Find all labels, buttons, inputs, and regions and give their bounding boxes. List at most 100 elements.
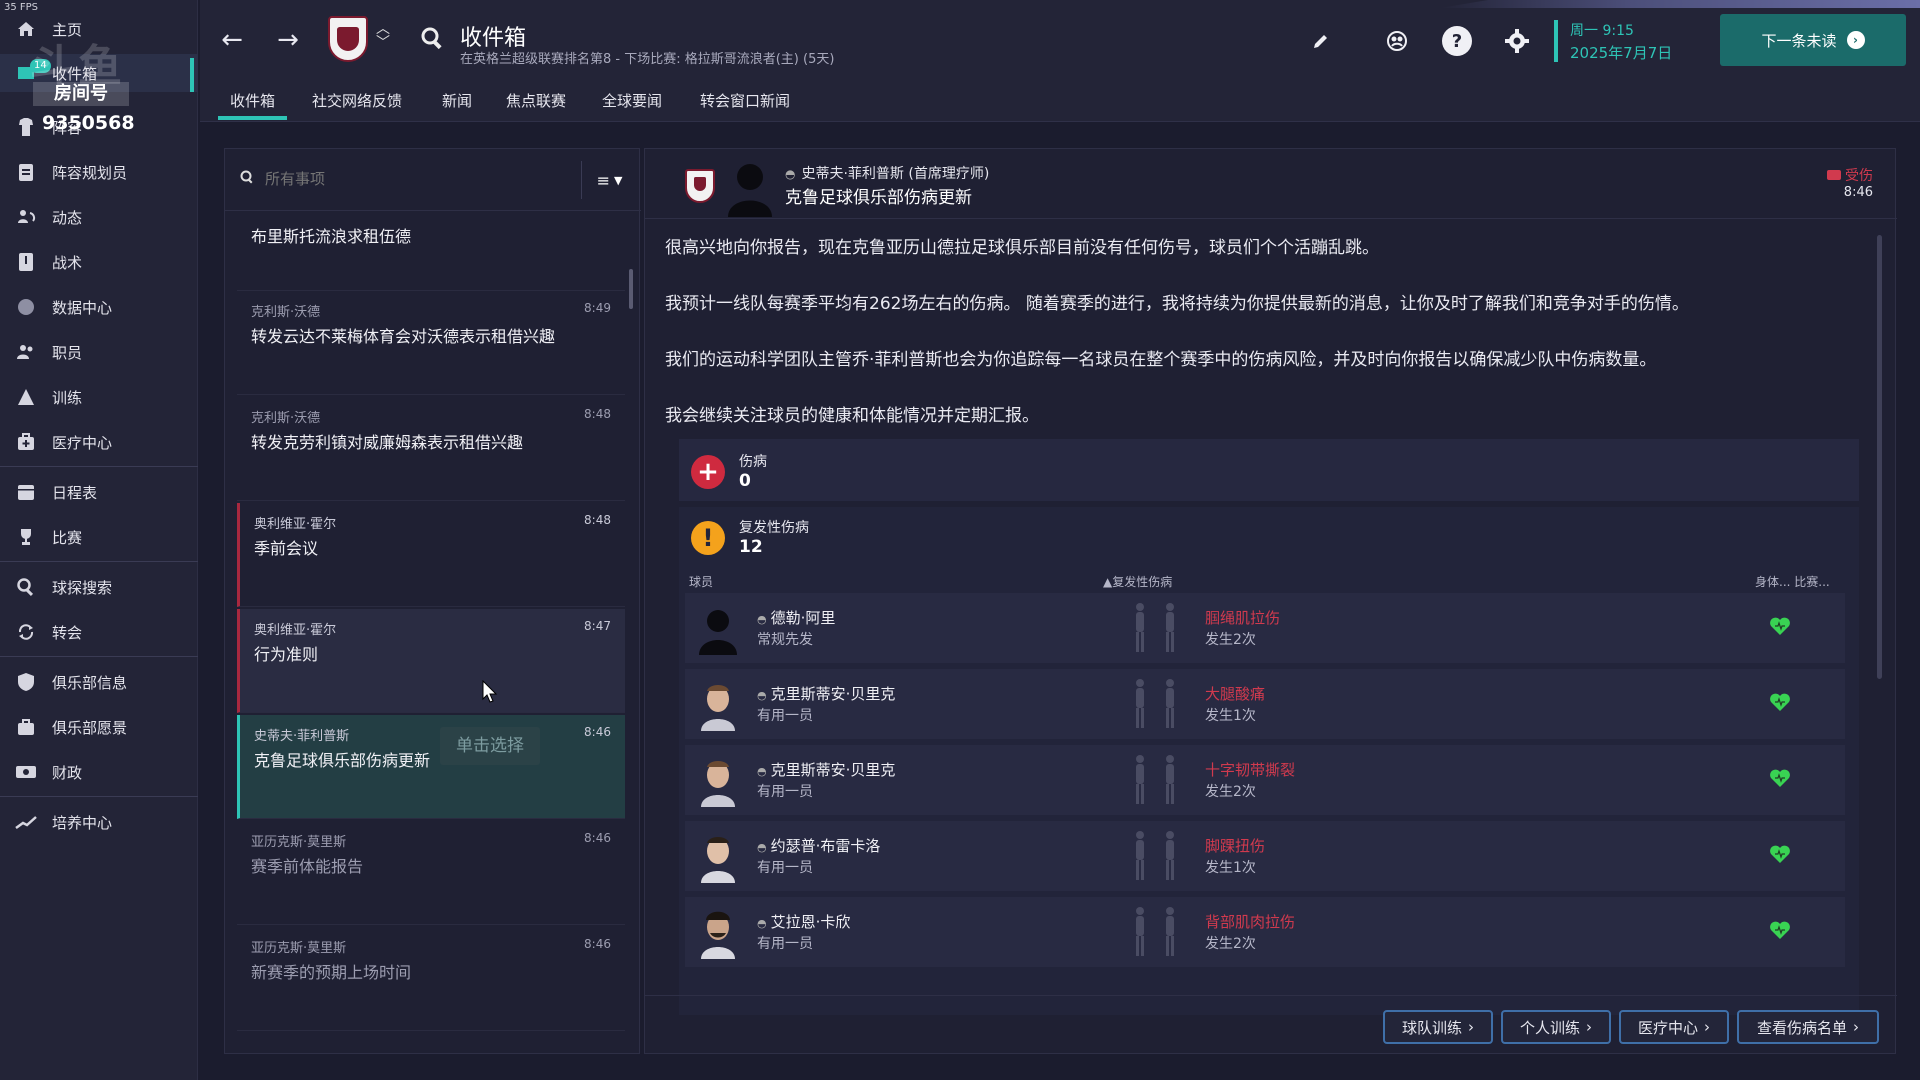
search-icon[interactable] xyxy=(420,26,444,56)
pencil-icon xyxy=(1314,35,1327,48)
injury-tag: 受伤 xyxy=(1827,165,1873,185)
tab-news[interactable]: 新闻 xyxy=(430,88,484,122)
sidebar-item-tactics[interactable]: 战术 xyxy=(0,243,198,281)
list-item[interactable]: 亚历克斯·莫里斯 8:46 新赛季的预期上场时间 xyxy=(237,927,625,1031)
club-crest-button[interactable] xyxy=(328,16,368,62)
settings-button[interactable] xyxy=(1502,26,1532,56)
message-sender: 奥利维亚·霍尔 xyxy=(254,517,337,532)
edit-button[interactable] xyxy=(1306,26,1336,56)
tab-inbox[interactable]: 收件箱 xyxy=(218,88,288,122)
globe-icon xyxy=(1387,31,1407,51)
team-training-button[interactable]: 球队训练 › xyxy=(1383,1010,1493,1044)
chevron-right-icon: › xyxy=(1846,31,1865,49)
table-row[interactable]: ◓ 艾拉恩·卡欣 有用一员 背部肌肉拉伤 发生2次 xyxy=(685,897,1845,967)
column-header-player[interactable]: 球员 xyxy=(689,573,713,590)
message-subject: 克鲁足球俱乐部伤病更新 xyxy=(254,751,431,770)
search-input[interactable] xyxy=(259,170,579,188)
back-button[interactable]: ← xyxy=(214,22,250,58)
person-icon: ◓ xyxy=(757,613,767,626)
room-number: 9350568 xyxy=(42,112,135,134)
player-role: 有用一员 xyxy=(757,784,813,800)
list-item[interactable]: 克利斯·沃德 8:49 转发云达不莱梅体育会对沃德表示租借兴趣 xyxy=(237,291,625,395)
chevron-down-icon: ▼ xyxy=(613,173,623,187)
heart-icon xyxy=(1770,769,1790,787)
table-row[interactable]: ◓ 约瑟普·布雷卡洛 有用一员 脚踝扭伤 发生1次 xyxy=(685,821,1845,891)
player-name[interactable]: ◓ 德勒·阿里 xyxy=(757,607,835,628)
sidebar-item-squad-planner[interactable]: 阵容规划员 xyxy=(0,153,198,191)
development-icon xyxy=(14,810,38,834)
injury-type[interactable]: 背部肌肉拉伤 xyxy=(1205,911,1295,932)
tab-social-feedback[interactable]: 社交网络反馈 xyxy=(300,88,414,122)
list-item[interactable]: 布里斯托流浪求租伍德 xyxy=(237,211,625,291)
message-sender: 克利斯·沃德 xyxy=(251,305,321,320)
sidebar-item-data-hub[interactable]: 数据中心 xyxy=(0,288,198,326)
sidebar-item-staff[interactable]: 职员 xyxy=(0,333,198,371)
select-tooltip: 单击选择 xyxy=(440,727,540,765)
forward-button[interactable]: → xyxy=(270,22,306,58)
list-scrollbar[interactable] xyxy=(629,269,633,309)
sidebar-item-club-info[interactable]: 俱乐部信息 xyxy=(0,663,198,701)
sidebar-item-dynamics[interactable]: 动态 xyxy=(0,198,198,236)
player-name[interactable]: ◓ 克里斯蒂安·贝里克 xyxy=(757,759,895,780)
table-row[interactable]: ◓ 克里斯蒂安·贝里克 有用一员 十字韧带撕裂 发生2次 xyxy=(685,745,1845,815)
player-name[interactable]: ◓ 艾拉恩·卡欣 xyxy=(757,911,850,932)
sidebar-item-finances[interactable]: 财政 xyxy=(0,753,198,791)
calendar-icon xyxy=(14,480,38,504)
sidebar-divider xyxy=(0,466,198,467)
list-item[interactable]: 奥利维亚·霍尔 8:48 季前会议 xyxy=(237,503,625,607)
message-subject: 赛季前体能报告 xyxy=(251,857,364,876)
sidebar-item-scouting[interactable]: 球探搜索 xyxy=(0,568,198,606)
view-injury-list-button[interactable]: 查看伤病名单 › xyxy=(1737,1010,1879,1044)
list-search[interactable] xyxy=(235,161,605,197)
player-avatar xyxy=(695,753,741,807)
message-sender: 克利斯·沃德 xyxy=(251,411,321,426)
sidebar-item-medical[interactable]: 医疗中心 xyxy=(0,423,198,461)
tab-focus-leagues[interactable]: 焦点联赛 xyxy=(494,88,578,122)
injury-type[interactable]: 大腿酸痛 xyxy=(1205,683,1265,704)
player-avatar xyxy=(695,677,741,731)
sidebar-item-transfers[interactable]: 转会 xyxy=(0,613,198,651)
detail-scrollbar[interactable] xyxy=(1877,235,1882,679)
list-item-selected[interactable]: 史蒂夫·菲利普斯 8:46 克鲁足球俱乐部伤病更新 单击选择 xyxy=(237,715,625,819)
social-button[interactable] xyxy=(1382,26,1412,56)
player-role: 有用一员 xyxy=(757,708,813,724)
next-unread-button[interactable]: 下一条未读 › xyxy=(1720,14,1906,66)
sidebar-item-development[interactable]: 培养中心 xyxy=(0,803,198,841)
body-diagram-icon xyxy=(1136,679,1174,728)
sidebar-item-label: 日程表 xyxy=(52,483,98,502)
filter-button[interactable]: ≡ ▼ xyxy=(581,161,637,199)
list-item[interactable]: 克利斯·沃德 8:48 转发克劳利镇对威廉姆森表示租借兴趣 xyxy=(237,397,625,501)
tab-global-news[interactable]: 全球要闻 xyxy=(590,88,674,122)
sidebar-item-competitions[interactable]: 比赛 xyxy=(0,518,198,556)
individual-training-button[interactable]: 个人训练 › xyxy=(1501,1010,1611,1044)
column-header-fitness[interactable]: 身体... 比赛... xyxy=(1755,573,1830,590)
list-item[interactable]: 奥利维亚·霍尔 8:47 行为准则 xyxy=(237,609,625,713)
tab-transfer-window-news[interactable]: 转会窗口新闻 xyxy=(688,88,802,122)
sidebar-item-club-vision[interactable]: 俱乐部愿景 xyxy=(0,708,198,746)
stream-logo-sub: 房间号 xyxy=(33,82,129,106)
injury-type[interactable]: 腘绳肌拉伤 xyxy=(1205,607,1280,628)
help-icon[interactable]: ? xyxy=(1442,26,1472,56)
sidebar-item-label: 俱乐部信息 xyxy=(52,673,128,692)
data-hub-icon xyxy=(14,295,38,319)
warning-icon: ! xyxy=(691,521,725,555)
message-time: 8:46 xyxy=(584,937,611,951)
table-row[interactable]: ◓ 克里斯蒂安·贝里克 有用一员 大腿酸痛 发生1次 xyxy=(685,669,1845,739)
table-row[interactable]: ◓ 德勒·阿里 常规先发 腘绳肌拉伤 发生2次 xyxy=(685,593,1845,663)
club-switch-stepper[interactable]: ︿ ﹀ xyxy=(376,22,390,50)
injury-type[interactable]: 脚踝扭伤 xyxy=(1205,835,1265,856)
chevron-right-icon: › xyxy=(1704,1018,1710,1036)
injury-type[interactable]: 十字韧带撕裂 xyxy=(1205,759,1295,780)
medical-centre-button[interactable]: 医疗中心 › xyxy=(1619,1010,1729,1044)
player-name[interactable]: ◓ 克里斯蒂安·贝里克 xyxy=(757,683,895,704)
sidebar-item-schedule[interactable]: 日程表 xyxy=(0,473,198,511)
column-header-recurring[interactable]: ▲复发性伤病 xyxy=(1103,573,1172,590)
sidebar-item-training[interactable]: 训练 xyxy=(0,378,198,416)
vision-icon xyxy=(14,715,38,739)
list-item[interactable]: 亚历克斯·莫里斯 8:46 赛季前体能报告 xyxy=(237,821,625,925)
message-sender[interactable]: ◓ 史蒂夫·菲利普斯 (首席理疗师) xyxy=(785,163,989,183)
message-sender: 史蒂夫·菲利普斯 xyxy=(254,729,350,744)
stream-logo-watermark: 斗鱼 房间号 xyxy=(30,30,135,110)
list-search-row: ≡ ▼ xyxy=(225,149,641,211)
player-name[interactable]: ◓ 约瑟普·布雷卡洛 xyxy=(757,835,880,856)
